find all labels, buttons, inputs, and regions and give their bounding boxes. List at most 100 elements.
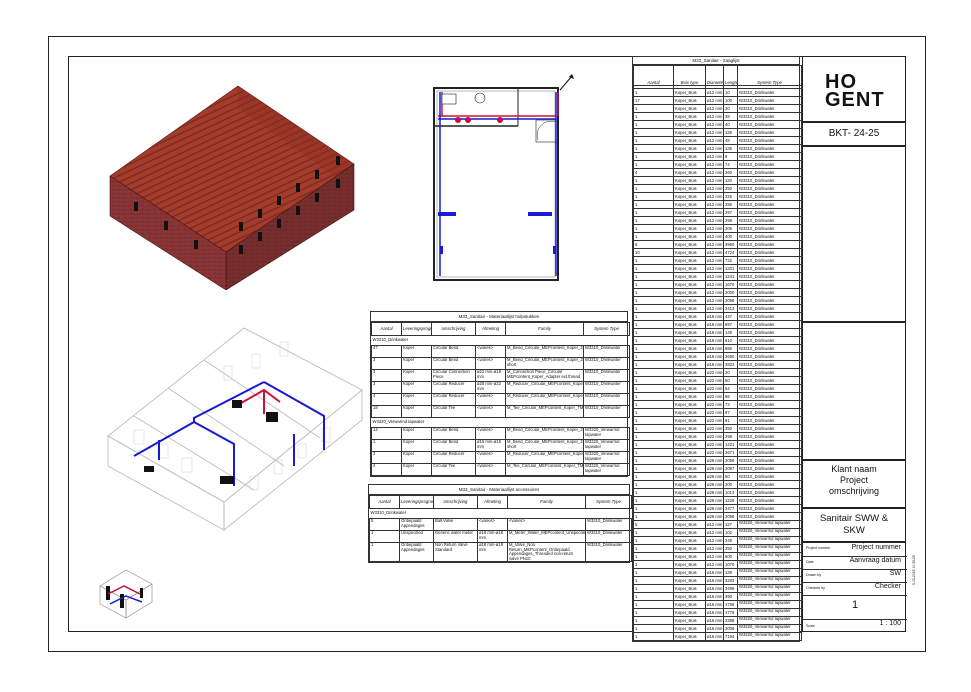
fittings-cell: ø16 mm-ø16 mm <box>475 439 506 452</box>
accessories-group-name: W3310_Drinkwater <box>369 508 632 519</box>
saw-cell: 1 <box>633 216 674 225</box>
fittings-cell: Circular Reducer <box>431 393 476 406</box>
saw-list-schedule[interactable]: M33_Sanitair - Zaaglijst Aantal Buis type… <box>632 56 802 642</box>
accessories-schedule-title: M33_Sanitair - Materiaallijst accessoire… <box>369 485 629 495</box>
saw-cell: Koper_Buis <box>673 96 706 105</box>
saw-cell: W3310_Drinkwater <box>737 344 802 353</box>
accessories-table: AantalLeveringsprogrammaomschrijvingAfme… <box>369 495 632 563</box>
saw-row: 1 Koper_Buis ø22 mm 97 W3310_Drinkwater <box>633 408 802 417</box>
saw-header-cell: Lengte <box>723 65 738 86</box>
saw-cell: W3320_Verwarmd tapwater <box>737 632 802 641</box>
saw-cell: 1 <box>633 464 674 473</box>
fittings-schedule[interactable]: M33_Sanitair - Materiaallijst hulpstukke… <box>370 311 630 477</box>
saw-cell: 7194 <box>723 632 738 641</box>
saw-cell: 1758 <box>723 600 738 609</box>
mep-3d-view[interactable] <box>104 326 368 532</box>
saw-cell: Koper_Buis <box>673 480 706 489</box>
drawn-by-label: Drawn by <box>806 573 822 577</box>
saw-cell: W3310_Drinkwater <box>737 88 802 97</box>
saw-row: 1 Koper_Buis ø12 mm 400 W3310_Drinkwater <box>633 232 802 241</box>
saw-row: 17 Koper_Buis ø12 mm 100 W3310_Drinkwater <box>633 96 802 105</box>
saw-cell: 1 <box>633 256 674 265</box>
saw-cell: Koper_Buis <box>673 328 706 337</box>
saw-cell: 2413 <box>723 304 738 313</box>
saw-cell: 1 <box>633 504 674 513</box>
saw-cell: Koper_Buis <box>673 400 706 409</box>
saw-cell: 50 <box>723 376 738 385</box>
accessories-cell: Onbepaald Appendages <box>399 518 434 531</box>
saw-cell: W3310_Drinkwater <box>737 488 802 497</box>
accessories-cell: 5 <box>369 518 400 531</box>
saw-cell: 1 <box>633 608 674 617</box>
saw-row: 1 Koper_Buis ø16 mm 3283 W3320_Verwarmd tapw… <box>633 576 802 585</box>
saw-cell: Koper_Buis <box>673 592 706 601</box>
drawn-by-value: SW <box>889 570 901 577</box>
saw-cell: 1 <box>633 360 674 369</box>
floor-plan-view[interactable] <box>428 72 578 286</box>
saw-cell: 1775 <box>723 608 738 617</box>
fittings-cell: 18 <box>371 405 402 418</box>
saw-cell: 2477 <box>723 504 738 513</box>
saw-cell: 400 <box>723 232 738 241</box>
saw-cell: ø16 mm <box>705 584 724 593</box>
thumbnail-3d-view[interactable] <box>96 564 156 620</box>
saw-cell: W3310_Drinkwater <box>737 496 802 505</box>
saw-cell: ø18 mm <box>705 320 724 329</box>
saw-cell: 149 <box>723 328 738 337</box>
accessories-cell: Unspecified <box>399 530 434 543</box>
saw-row: 6 Koper_Buis ø12 mm 3960 W3310_Drinkwater <box>633 240 802 249</box>
fittings-cell: 3 <box>371 451 402 464</box>
saw-cell: ø12 mm <box>705 112 724 121</box>
saw-cell: Koper_Buis <box>673 256 706 265</box>
saw-cell: ø12 mm <box>705 96 724 105</box>
saw-row: 1 Koper_Buis ø28 mm 1013 W3310_Drinkwater <box>633 488 802 497</box>
saw-cell: W3310_Drinkwater <box>737 264 802 273</box>
saw-cell: Koper_Buis <box>673 376 706 385</box>
saw-cell: W3320_Verwarmd tapwater <box>737 616 802 625</box>
accessories-header-cell: Aantal <box>369 495 400 509</box>
saw-cell: 1 <box>633 408 674 417</box>
accessories-schedule[interactable]: M33_Sanitair - Materiaallijst accessoire… <box>368 484 632 564</box>
client-project-block: Klant naam Project omschrijving <box>802 460 906 508</box>
saw-cell: Koper_Buis <box>673 88 706 97</box>
isometric-building-view[interactable] <box>104 80 366 290</box>
fittings-cell: W3320_Verwarmd tapwater <box>583 451 630 464</box>
saw-cell: W3320_Verwarmd tapwater <box>737 584 802 593</box>
saw-cell: ø16 mm <box>705 624 724 633</box>
saw-cell: ø28 mm <box>705 496 724 505</box>
saw-cell: 1 <box>633 280 674 289</box>
fittings-cell: Koper <box>401 439 432 452</box>
saw-cell: 1 <box>633 88 674 97</box>
info-rows: Project number Project nummer Date Aanvr… <box>802 542 907 632</box>
saw-cell: 1 <box>633 416 674 425</box>
saw-cell: W3310_Drinkwater <box>737 104 802 113</box>
saw-cell: W3310_Drinkwater <box>737 224 802 233</box>
saw-cell: 1 <box>633 312 674 321</box>
saw-row: 1 Koper_Buis ø22 mm 350 W3310_Drinkwater <box>633 424 802 433</box>
saw-row: 1 Koper_Buis ø12 mm 298 W3310_Drinkwater <box>633 216 802 225</box>
fittings-cell: Circular Bend <box>431 357 476 370</box>
saw-cell: W3310_Drinkwater <box>737 232 802 241</box>
saw-cell: Koper_Buis <box>673 456 706 465</box>
saw-cell: Koper_Buis <box>673 216 706 225</box>
title-block: HO GENT BKT- 24-25 Klant naam Project om… <box>802 56 907 632</box>
saw-cell: W3310_Drinkwater <box>737 464 802 473</box>
fittings-cell: 3 <box>371 369 402 382</box>
saw-cell: 1 <box>633 496 674 505</box>
saw-cell: 3096 <box>723 296 738 305</box>
saw-row: 1 Koper_Buis ø16 mm 1775 W3320_Verwarmd tapw… <box>633 608 802 617</box>
saw-cell: 1 <box>633 584 674 593</box>
saw-row: 1 Koper_Buis ø12 mm 74 W3310_Drinkwater <box>633 160 802 169</box>
saw-cell: ø18 mm <box>705 336 724 345</box>
saw-cell: ø12 mm <box>705 552 724 561</box>
fittings-cell: Koper <box>401 463 432 476</box>
saw-cell: 1 <box>633 432 674 441</box>
saw-row: 1 Koper_Buis ø12 mm 38 W3310_Drinkwater <box>633 112 802 121</box>
saw-cell: W3310_Drinkwater <box>737 360 802 369</box>
fittings-row: 3 Koper Circular Bend <varies> M_Bend_Circul… <box>371 357 630 370</box>
saw-cell: ø22 mm <box>705 424 724 433</box>
accessories-cell: M_Valve_Non Return_MEPcontent_Onbepaald … <box>507 541 586 563</box>
saw-list-table: AantalBuis typeDiamete rLengteSystem Typ… <box>633 65 802 641</box>
saw-cell: ø12 mm <box>705 152 724 161</box>
saw-cell: ø12 mm <box>705 296 724 305</box>
